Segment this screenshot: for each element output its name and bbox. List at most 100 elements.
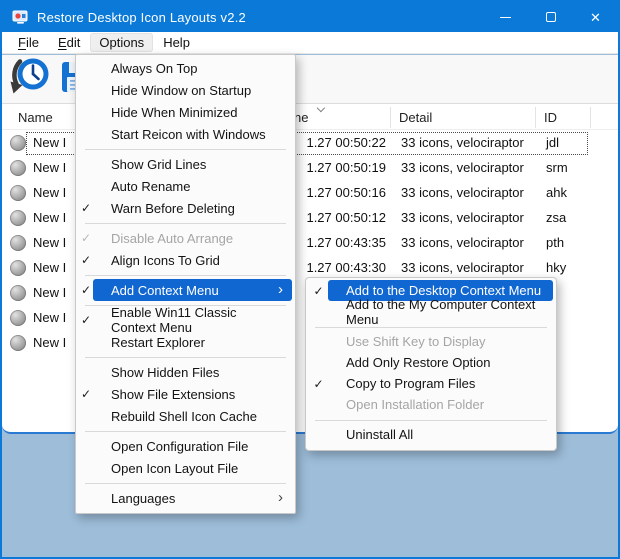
chevron-right-icon: › — [278, 490, 283, 507]
menu-item-disable-auto-arrange: ✓Disable Auto Arrange — [76, 227, 295, 249]
menu-item-surface: Enable Win11 Classic Context Menu — [93, 309, 292, 331]
cell-name: New I — [33, 160, 66, 175]
menu-item-label: Always On Top — [111, 61, 197, 76]
menu-item-surface: Uninstall All — [328, 424, 553, 445]
cell-id: jdl — [546, 135, 559, 150]
menu-item-use-shift-key-to-display: Use Shift Key to Display — [306, 331, 556, 352]
menu-item-label: Warn Before Deleting — [111, 201, 235, 216]
restore-layout-button[interactable] — [9, 55, 53, 104]
menu-item-show-grid-lines[interactable]: Show Grid Lines — [76, 153, 295, 175]
cell-name: New I — [33, 235, 66, 250]
app-window: Restore Desktop Icon Layouts v2.2 ✕ File… — [0, 0, 620, 559]
cell-detail: 33 icons, velociraptor — [401, 210, 524, 225]
menu-item-surface: Open Configuration File — [93, 435, 292, 457]
menu-item-open-icon-layout-file[interactable]: Open Icon Layout File — [76, 457, 295, 479]
menu-item-add-to-the-my-computer-context-menu[interactable]: Add to the My Computer Context Menu — [306, 301, 556, 322]
chevron-right-icon: › — [278, 282, 283, 299]
layout-sphere-icon — [10, 185, 26, 201]
minimize-icon — [500, 17, 511, 18]
menu-item-surface: Open Installation Folder — [328, 394, 553, 415]
menu-item-auto-rename[interactable]: Auto Rename — [76, 175, 295, 197]
menubar-item-options[interactable]: Options — [90, 33, 153, 52]
menu-item-hide-window-on-startup[interactable]: Hide Window on Startup — [76, 79, 295, 101]
cell-name: New I — [33, 210, 66, 225]
menu-item-surface: Open Icon Layout File — [93, 457, 292, 479]
menu-item-label: Copy to Program Files — [346, 376, 475, 391]
column-header-time[interactable]: ne — [294, 110, 308, 125]
menu-item-languages[interactable]: Languages› — [76, 487, 295, 509]
menu-item-surface: Hide When Minimized — [93, 101, 292, 123]
cell-detail: 33 icons, velociraptor — [401, 185, 524, 200]
menu-item-rebuild-shell-icon-cache[interactable]: Rebuild Shell Icon Cache — [76, 405, 295, 427]
close-icon: ✕ — [590, 11, 601, 24]
menu-item-copy-to-program-files[interactable]: ✓Copy to Program Files — [306, 373, 556, 394]
cell-id: hky — [546, 260, 566, 275]
menu-item-show-file-extensions[interactable]: ✓Show File Extensions — [76, 383, 295, 405]
layout-sphere-icon — [10, 335, 26, 351]
menu-item-surface: Show Hidden Files — [93, 361, 292, 383]
menu-item-surface: Hide Window on Startup — [93, 79, 292, 101]
menubar-item-help[interactable]: Help — [154, 33, 199, 52]
menu-item-label: Add Context Menu — [111, 283, 219, 298]
menu-item-hide-when-minimized[interactable]: Hide When Minimized — [76, 101, 295, 123]
layout-sphere-icon — [10, 160, 26, 176]
menu-item-uninstall-all[interactable]: Uninstall All — [306, 424, 556, 445]
layout-sphere-icon — [10, 135, 26, 151]
menubar-item-label: Help — [163, 35, 190, 50]
column-header-name[interactable]: Name — [18, 110, 53, 125]
cell-detail: 33 icons, velociraptor — [401, 160, 524, 175]
menu-item-surface: Show Grid Lines — [93, 153, 292, 175]
menu-separator — [76, 301, 295, 309]
menu-separator — [306, 415, 556, 424]
menu-item-start-reicon-with-windows[interactable]: Start Reicon with Windows — [76, 123, 295, 145]
menu-item-label: Hide Window on Startup — [111, 83, 251, 98]
column-header-detail[interactable]: Detail — [399, 110, 432, 125]
menu-item-align-icons-to-grid[interactable]: ✓Align Icons To Grid — [76, 249, 295, 271]
menu-item-label: Show Hidden Files — [111, 365, 219, 380]
menu-item-surface: Align Icons To Grid — [93, 249, 292, 271]
menu-item-label: Hide When Minimized — [111, 105, 237, 120]
menu-separator — [306, 322, 556, 331]
window-title: Restore Desktop Icon Layouts v2.2 — [37, 10, 246, 25]
cell-name: New I — [33, 285, 66, 300]
menu-item-surface: Auto Rename — [93, 175, 292, 197]
menubar-item-edit[interactable]: Edit — [49, 33, 89, 52]
menu-item-enable-win11-classic-context-menu[interactable]: ✓Enable Win11 Classic Context Menu — [76, 309, 295, 331]
cell-time: 1.27 00:50:12 — [306, 210, 386, 225]
menu-item-always-on-top[interactable]: Always On Top — [76, 57, 295, 79]
cell-id: ahk — [546, 185, 567, 200]
menu-item-restart-explorer[interactable]: Restart Explorer — [76, 331, 295, 353]
menu-item-label: Open Installation Folder — [346, 397, 484, 412]
menubar-item-file[interactable]: File — [9, 33, 48, 52]
cell-time: 1.27 00:50:19 — [306, 160, 386, 175]
maximize-button[interactable] — [528, 2, 573, 32]
menu-item-add-only-restore-option[interactable]: Add Only Restore Option — [306, 352, 556, 373]
menu-separator — [76, 479, 295, 487]
menu-item-label: Restart Explorer — [111, 335, 205, 350]
app-icon — [12, 10, 29, 25]
layout-sphere-icon — [10, 260, 26, 276]
menu-item-label: Disable Auto Arrange — [111, 231, 233, 246]
menu-item-open-configuration-file[interactable]: Open Configuration File — [76, 435, 295, 457]
layout-sphere-icon — [10, 210, 26, 226]
menubar-item-label: dit — [67, 35, 81, 50]
column-header-id[interactable]: ID — [544, 110, 557, 125]
minimize-button[interactable] — [483, 2, 528, 32]
menu-item-label: Use Shift Key to Display — [346, 334, 485, 349]
close-button[interactable]: ✕ — [573, 2, 618, 32]
cell-name: New I — [33, 135, 66, 150]
menu-item-show-hidden-files[interactable]: Show Hidden Files — [76, 361, 295, 383]
menubar-item-accel: E — [58, 35, 67, 50]
menu-item-surface: Add Only Restore Option — [328, 352, 553, 373]
cell-name: New I — [33, 260, 66, 275]
menu-item-label: Show File Extensions — [111, 387, 235, 402]
menu-item-warn-before-deleting[interactable]: ✓Warn Before Deleting — [76, 197, 295, 219]
menu-item-surface: Warn Before Deleting — [93, 197, 292, 219]
maximize-icon — [546, 12, 556, 22]
cell-detail: 33 icons, velociraptor — [401, 260, 524, 275]
menu-item-add-context-menu[interactable]: ✓Add Context Menu› — [76, 279, 295, 301]
menu-item-surface: Rebuild Shell Icon Cache — [93, 405, 292, 427]
menu-item-surface: Copy to Program Files — [328, 373, 553, 394]
menubar-item-accel: F — [18, 35, 26, 50]
cell-id: zsa — [546, 210, 566, 225]
